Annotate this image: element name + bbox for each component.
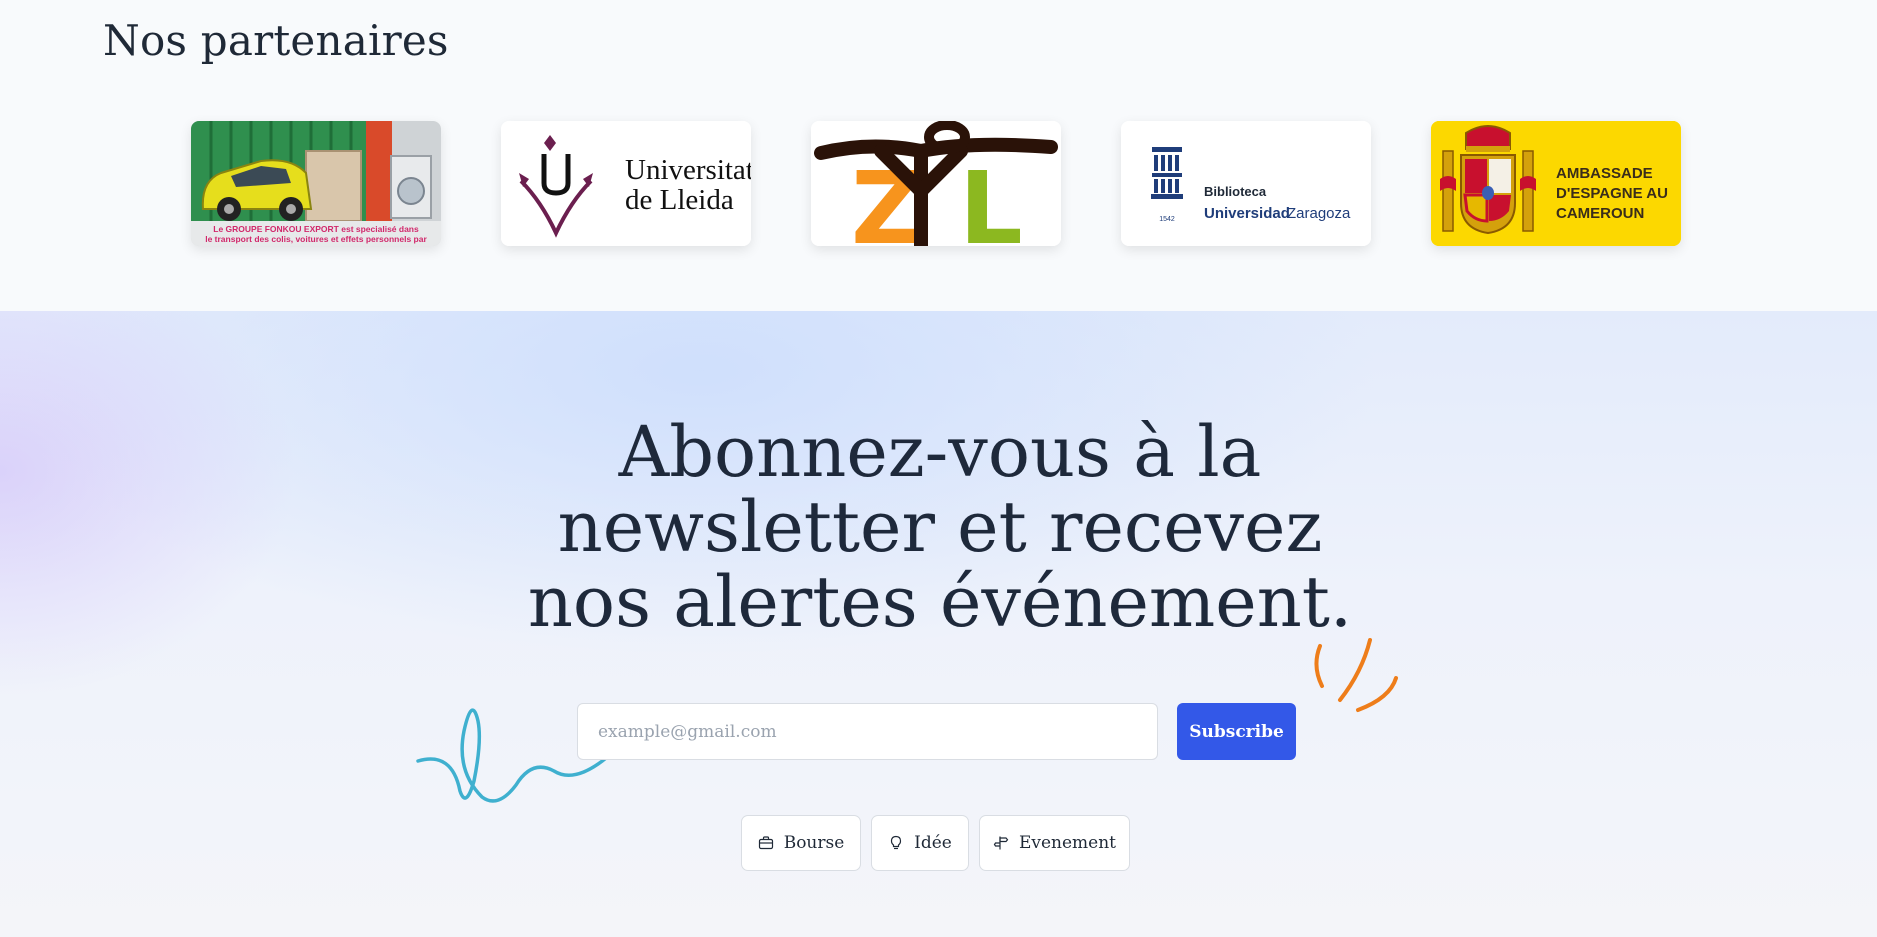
tag-bourse-label: Bourse — [783, 833, 845, 853]
headline-line-2: newsletter et recevez — [557, 486, 1323, 568]
tag-evenement-label: Evenement — [1018, 833, 1117, 853]
orange-strokes-decoration — [1314, 638, 1398, 712]
zaragoza-line-2a: Universidad — [1204, 205, 1290, 222]
ambassade-logo-image: AMBASSADE D'ESPAGNE AU CAMEROUN — [1431, 121, 1681, 246]
ambassade-line-1: AMBASSADE — [1556, 165, 1653, 182]
headline-line-3: nos alertes événement. — [527, 561, 1353, 643]
fonkou-logo-image: Le GROUPE FONKOU EXPORT est specialisé d… — [191, 121, 441, 246]
newsletter-section: Abonnez-vous à la newsletter et recevez … — [0, 311, 1877, 937]
partners-title: Nos partenaires — [103, 16, 449, 65]
zaragoza-line-1: Biblioteca — [1204, 184, 1267, 199]
lleida-logo-image: Universitat de Lleida — [501, 121, 751, 246]
email-input[interactable] — [577, 703, 1158, 760]
partner-logo-zyl[interactable]: Z L — [811, 121, 1061, 246]
tag-idee-label: Idée — [914, 833, 952, 853]
tag-evenement[interactable]: Evenement — [979, 815, 1130, 871]
partner-logo-zaragoza[interactable]: 1542 Biblioteca Universidad Zaragoza — [1121, 121, 1371, 246]
ambassade-line-2: D'ESPAGNE AU — [1556, 185, 1668, 202]
lightbulb-icon — [891, 835, 902, 850]
subscribe-button[interactable]: Subscribe — [1177, 703, 1296, 760]
headline-line-1: Abonnez-vous à la — [618, 411, 1262, 493]
zyl-letter-l: L — [959, 150, 1023, 246]
partners-section: Nos partenaires Le GROUPE FONKOU EXPORT … — [0, 0, 1877, 311]
tag-idee[interactable]: Idée — [871, 815, 969, 871]
zaragoza-year: 1542 — [1159, 216, 1175, 223]
partner-logo-ambassade[interactable]: AMBASSADE D'ESPAGNE AU CAMEROUN — [1431, 121, 1681, 246]
fonkou-caption-2: le transport des colis, voitures et effe… — [205, 234, 427, 244]
zaragoza-logo-image: 1542 Biblioteca Universidad Zaragoza — [1121, 121, 1371, 246]
fonkou-caption-1: Le GROUPE FONKOU EXPORT est specialisé d… — [213, 224, 419, 234]
zaragoza-line-2b: Zaragoza — [1287, 205, 1351, 222]
lleida-line-1: Universitat — [625, 154, 751, 186]
briefcase-icon — [758, 836, 773, 850]
partner-logo-lleida[interactable]: Universitat de Lleida — [501, 121, 751, 246]
tag-bourse[interactable]: Bourse — [741, 815, 861, 871]
ambassade-line-3: CAMEROUN — [1556, 205, 1644, 222]
newsletter-headline: Abonnez-vous à la newsletter et recevez … — [440, 415, 1440, 640]
partner-logo-fonkou[interactable]: Le GROUPE FONKOU EXPORT est specialisé d… — [191, 121, 441, 246]
zyl-logo-image: Z L — [811, 121, 1061, 246]
signpost-icon — [993, 836, 1009, 850]
lleida-line-2: de Lleida — [625, 184, 734, 216]
